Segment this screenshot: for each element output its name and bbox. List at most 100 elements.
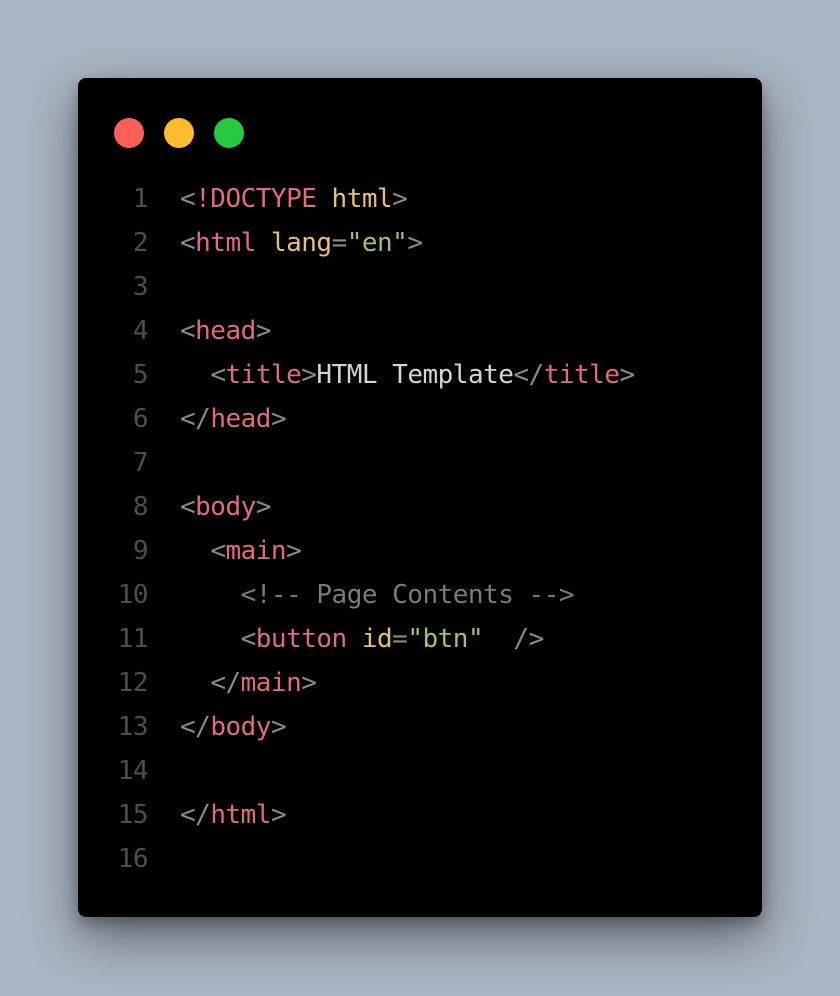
code-token: >: [270, 800, 287, 830]
code-line: 9 <main>: [78, 529, 762, 573]
line-number: 8: [132, 492, 149, 522]
code-line: 7: [78, 441, 762, 485]
line-number: 6: [132, 404, 149, 434]
line-content: <!-- Page Contents -->: [148, 573, 575, 617]
code-token: >: [619, 360, 636, 390]
line-content: [148, 441, 180, 485]
code-line: 8 <body>: [78, 485, 762, 529]
line-content: <title>HTML Template</title>: [148, 353, 635, 397]
line-number: 1: [132, 184, 149, 214]
line-content: [148, 837, 180, 881]
line-number: 14: [117, 756, 149, 786]
code-token: body: [195, 492, 256, 522]
code-line: 16: [78, 837, 762, 881]
line-content: <main>: [148, 529, 301, 573]
code-window: 1 <!DOCTYPE html> 2 <html lang="en"> 3 4 <head…: [78, 78, 762, 917]
code-block: 1 <!DOCTYPE html> 2 <html lang="en"> 3 4 <head…: [78, 177, 762, 881]
code-token: =: [331, 228, 348, 258]
line-content: <head>: [148, 309, 271, 353]
line-content: <html lang="en">: [148, 221, 423, 265]
line-number: 7: [132, 448, 149, 478]
code-token: html: [331, 184, 393, 214]
code-token: "btn": [407, 624, 484, 654]
code-token: </: [180, 404, 211, 434]
code-line: 2 <html lang="en">: [78, 221, 762, 265]
line-number: 10: [117, 580, 149, 610]
code-token: <: [240, 624, 257, 654]
code-token: id: [361, 624, 393, 654]
code-token: <: [180, 316, 196, 346]
code-line: 13 </body>: [78, 705, 762, 749]
minimize-dot-icon[interactable]: [164, 118, 194, 148]
line-content: <button id="btn" />: [148, 617, 545, 661]
code-token: html: [195, 228, 256, 258]
code-token: lang: [270, 228, 332, 258]
line-number: 11: [117, 624, 149, 654]
code-line: 5 <title>HTML Template</title>: [78, 353, 762, 397]
line-content: <body>: [148, 485, 271, 529]
code-token: main: [240, 668, 302, 698]
code-line: 6 </head>: [78, 397, 762, 441]
code-token: </: [180, 712, 211, 742]
code-token: </: [180, 800, 211, 830]
code-token: >: [270, 712, 287, 742]
line-number: 5: [132, 360, 149, 390]
code-token: >: [392, 184, 408, 214]
code-token: >: [255, 492, 272, 522]
code-token: />: [513, 624, 544, 654]
code-token: <: [210, 536, 226, 566]
line-content: [148, 749, 180, 793]
code-token: !DOCTYPE: [195, 184, 317, 214]
code-token: >: [407, 228, 423, 258]
code-token: main: [225, 536, 287, 566]
code-line: 10 <!-- Page Contents -->: [78, 573, 762, 617]
code-token: HTML Template: [316, 360, 514, 390]
code-token: =: [392, 624, 408, 654]
code-token: >: [255, 316, 272, 346]
line-content: [148, 265, 180, 309]
code-token: >: [286, 536, 302, 566]
line-content: </html>: [148, 793, 287, 837]
code-token: html: [210, 800, 271, 830]
code-token: <: [180, 228, 196, 258]
code-token: >: [301, 668, 317, 698]
line-content: <!DOCTYPE html>: [148, 177, 408, 221]
code-line: 15 </html>: [78, 793, 762, 837]
code-line: 12 </main>: [78, 661, 762, 705]
line-number: 15: [117, 800, 149, 830]
maximize-dot-icon[interactable]: [214, 118, 244, 148]
code-token: title: [225, 360, 302, 390]
code-token: </: [210, 668, 241, 698]
window-controls: [114, 118, 264, 148]
code-token: <: [210, 360, 226, 390]
code-token: head: [210, 404, 271, 434]
code-token: body: [210, 712, 271, 742]
code-token: title: [543, 360, 620, 390]
line-number: 2: [132, 228, 149, 258]
code-token: <: [180, 492, 196, 522]
code-line: 3: [78, 265, 762, 309]
line-number: 13: [117, 712, 149, 742]
line-number: 3: [132, 272, 149, 302]
line-number: 12: [117, 668, 149, 698]
code-line: 11 <button id="btn" />: [78, 617, 762, 661]
close-dot-icon[interactable]: [114, 118, 144, 148]
code-token: </: [513, 360, 544, 390]
line-number: 4: [132, 316, 149, 346]
code-token: <: [180, 184, 196, 214]
line-number: 9: [132, 536, 149, 566]
line-content: </body>: [148, 705, 287, 749]
line-number: 16: [117, 844, 149, 874]
code-token: >: [301, 360, 317, 390]
code-line: 4 <head>: [78, 309, 762, 353]
line-content: </head>: [148, 397, 287, 441]
